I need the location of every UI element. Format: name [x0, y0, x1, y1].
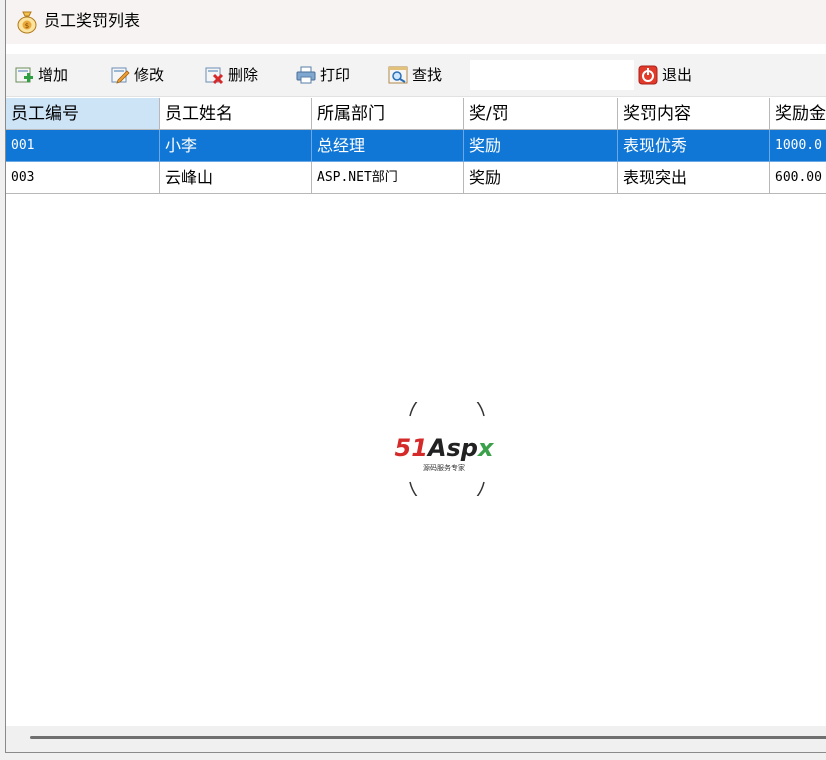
- print-label: 打印: [320, 66, 351, 84]
- table-row[interactable]: 001 小李 总经理 奖励 表现优秀 1000.0: [6, 130, 826, 162]
- svg-text:$: $: [25, 22, 29, 30]
- watermark-tagline: 源码服务专家: [423, 463, 465, 472]
- delete-icon: [205, 67, 224, 85]
- table-cell[interactable]: 003: [6, 162, 160, 194]
- edit-icon: [111, 67, 130, 84]
- column-header[interactable]: 奖励金: [770, 98, 826, 130]
- table-cell[interactable]: 表现优秀: [618, 130, 770, 162]
- table-cell[interactable]: 小李: [160, 130, 312, 162]
- scrollbar-thumb[interactable]: [30, 736, 826, 739]
- add-label: 增加: [38, 66, 69, 84]
- horizontal-scrollbar[interactable]: [6, 726, 826, 752]
- employee-reward-penalty-window: $ 员工奖罚列表 增加 修改 删除 打印 查找 退出 员工编号 员工姓名 所属部…: [5, 0, 826, 753]
- column-header[interactable]: 员工编号: [6, 98, 160, 130]
- print-button[interactable]: 打印: [296, 62, 350, 88]
- window-title: 员工奖罚列表: [44, 11, 141, 30]
- watermark-brand: 51Aspx: [395, 434, 495, 462]
- delete-button[interactable]: 删除: [204, 62, 258, 88]
- header-row: 员工编号 员工姓名 所属部门 奖/罚 奖罚内容 奖励金: [6, 98, 826, 130]
- table-cell[interactable]: ASP.NET部门: [312, 162, 464, 194]
- table-cell[interactable]: 600.00: [770, 162, 826, 194]
- table-cell[interactable]: 云峰山: [160, 162, 312, 194]
- watermark-logo: 51Aspx 源码服务专家: [395, 402, 495, 496]
- find-label: 查找: [412, 66, 443, 84]
- search-input[interactable]: [470, 60, 634, 90]
- printer-icon: [296, 66, 316, 84]
- edit-label: 修改: [134, 66, 165, 84]
- edit-button[interactable]: 修改: [110, 62, 164, 88]
- table-cell[interactable]: 001: [6, 130, 160, 162]
- toolbar: 增加 修改 删除 打印 查找 退出: [6, 54, 826, 97]
- column-header[interactable]: 奖/罚: [464, 98, 618, 130]
- table-cell[interactable]: 奖励: [464, 162, 618, 194]
- column-header[interactable]: 所属部门: [312, 98, 464, 130]
- title-bar: $ 员工奖罚列表: [6, 0, 826, 44]
- search-icon: [388, 66, 408, 84]
- add-icon: [15, 67, 33, 83]
- table-row[interactable]: 003 云峰山 ASP.NET部门 奖励 表现突出 600.00: [6, 162, 826, 194]
- column-header[interactable]: 员工姓名: [160, 98, 312, 130]
- table-cell[interactable]: 奖励: [464, 130, 618, 162]
- find-button[interactable]: 查找: [388, 62, 442, 88]
- exit-label: 退出: [662, 66, 693, 84]
- column-header[interactable]: 奖罚内容: [618, 98, 770, 130]
- money-bag-icon: $: [17, 11, 37, 34]
- table-cell[interactable]: 表现突出: [618, 162, 770, 194]
- delete-label: 删除: [228, 66, 259, 84]
- table-cell[interactable]: 1000.0: [770, 130, 826, 162]
- exit-button[interactable]: 退出: [638, 62, 692, 88]
- add-button[interactable]: 增加: [14, 62, 68, 88]
- table-cell[interactable]: 总经理: [312, 130, 464, 162]
- power-off-icon: [638, 65, 658, 85]
